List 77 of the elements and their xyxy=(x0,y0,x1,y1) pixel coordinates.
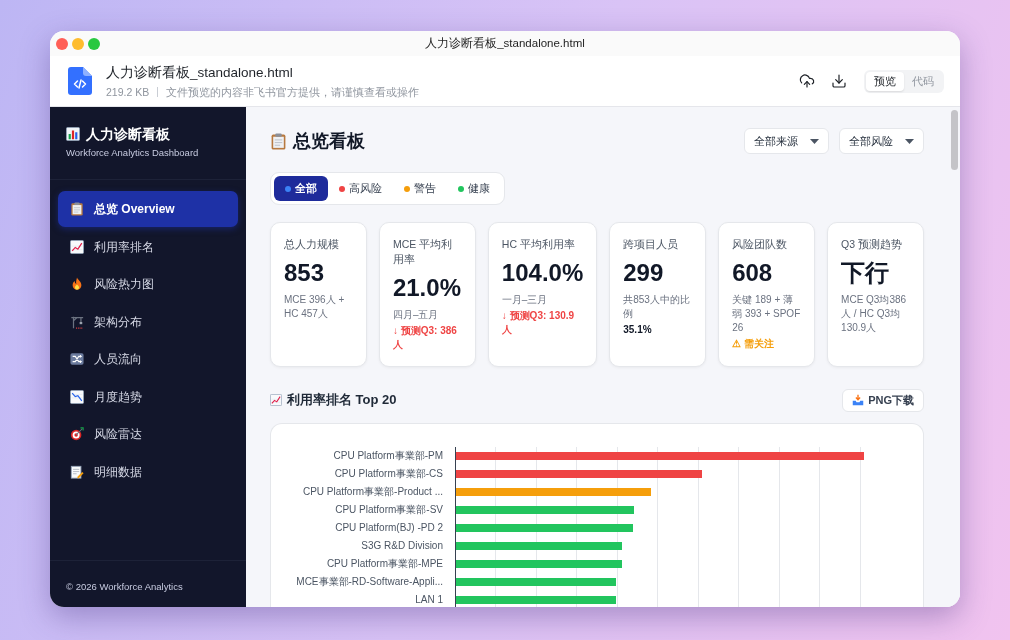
shuffle-icon xyxy=(70,352,84,366)
forecast-text: ↓ 预测Q3: 386人 xyxy=(392,324,458,352)
category-label: S3G R&D Division xyxy=(361,539,443,553)
sidebar-subtitle: Workforce Analytics Dashboard xyxy=(66,146,200,160)
card-value: 608 xyxy=(732,258,774,288)
crane-icon xyxy=(70,314,84,329)
section-title: 利用率排名 Top 20 xyxy=(287,391,397,410)
file-size: 219.2 KB xyxy=(106,84,150,99)
card-note: 四月–五月 xyxy=(392,308,440,322)
code-file-icon xyxy=(68,67,92,95)
sidebar-footer: © 2026 Workforce Analytics xyxy=(66,581,183,592)
caret-down-icon xyxy=(905,138,914,144)
filter-dropdown[interactable]: 全部风险 xyxy=(839,128,924,154)
card-title: MCE 平均利用率 xyxy=(392,237,454,267)
card-title: Q3 预测趋势 xyxy=(841,237,904,252)
sidebar-item[interactable]: 人员流向 xyxy=(58,341,238,377)
cloud-upload-icon xyxy=(799,73,815,89)
category-label: CPU Platform事業部-Product ... xyxy=(302,485,443,499)
file-name: 人力诊断看板_standalone.html xyxy=(106,63,294,82)
preview-notice: 文件预览的内容非飞书官方提供，请谨慎查看或操作 xyxy=(166,84,420,99)
category-label: CPU Platform事業部-PM xyxy=(333,449,443,463)
memo-icon xyxy=(70,464,84,479)
category-label: LAN 1 xyxy=(415,593,443,607)
risk-tab[interactable]: 警告 xyxy=(393,176,447,201)
window-title: 人力诊断看板_standalone.html xyxy=(425,35,585,51)
card-note: 一月–三月 xyxy=(501,293,549,307)
sidebar-item[interactable]: 风险热力图 xyxy=(58,266,238,302)
card-title: 风险团队数 xyxy=(732,237,789,252)
category-label: CPU Platform事業部-MPE xyxy=(326,557,443,571)
card-value: 853 xyxy=(284,258,326,288)
view-tab[interactable]: 预览 xyxy=(866,71,904,91)
scrollbar-thumb[interactable] xyxy=(950,110,958,170)
flame-icon xyxy=(70,277,84,291)
card-note: 共853人中的比例 xyxy=(623,293,691,321)
card-value: 下行 xyxy=(841,258,891,288)
minimize-button[interactable] xyxy=(72,37,84,50)
share-value: 35.1% xyxy=(623,323,653,337)
target-icon xyxy=(70,427,84,441)
caret-down-icon xyxy=(810,138,819,144)
bar-chart-icon xyxy=(66,127,80,141)
card-note: MCE Q3均386人 / HC Q3均130.9人 xyxy=(841,293,908,335)
category-label: CPU Platform事業部-SV xyxy=(335,503,443,517)
download-icon xyxy=(831,73,847,89)
sidebar-title: 人力诊断看板 xyxy=(86,125,170,144)
risk-tab[interactable]: 高风险 xyxy=(328,176,393,201)
png-download-button[interactable]: PNG下载 xyxy=(842,388,924,412)
sidebar-item[interactable]: 明细数据 xyxy=(58,453,238,490)
sidebar-item[interactable]: 风险雷达 xyxy=(58,416,238,452)
card-note: 关键 189 + 薄弱 393 + SPOF 26 xyxy=(732,293,802,335)
sidebar-item[interactable]: 总览 Overview xyxy=(58,191,238,227)
card-value: 299 xyxy=(623,258,665,288)
card-value: 104.0% xyxy=(501,258,584,288)
category-label: MCE事業部-RD-Software-Appli... xyxy=(296,575,443,589)
inbox-tray-icon xyxy=(852,394,865,406)
page-title: 总览看板 xyxy=(293,129,365,153)
clipboard-icon xyxy=(70,202,84,216)
card-title: 跨项目人员 xyxy=(623,237,680,252)
category-label: CPU Platform(BJ) -PD 2 xyxy=(335,521,443,535)
sidebar-item[interactable]: 月度趋势 xyxy=(58,378,238,415)
alert-text: ⚠ 需关注 xyxy=(732,337,775,351)
close-button[interactable] xyxy=(56,37,68,50)
card-title: 总人力规模 xyxy=(284,237,340,252)
risk-tab[interactable]: 健康 xyxy=(447,176,501,201)
card-title: HC 平均利用率 xyxy=(501,237,576,252)
card-note: MCE 396人 + HC 457人 xyxy=(284,293,346,321)
falling-chart-icon xyxy=(70,389,84,404)
forecast-text: ↓ 预测Q3: 130.9人 xyxy=(501,309,576,337)
risk-tab[interactable]: 全部 xyxy=(274,176,328,201)
filter-dropdown[interactable]: 全部来源 xyxy=(744,128,829,154)
sidebar-item[interactable]: 利用率排名 xyxy=(58,228,238,265)
card-value: 21.0% xyxy=(392,273,462,303)
maximize-button[interactable] xyxy=(88,37,100,50)
sidebar-item[interactable]: 架构分布 xyxy=(58,303,238,340)
category-label: CPU Platform事業部-CS xyxy=(334,467,443,481)
clipboard-icon xyxy=(270,132,287,150)
rising-chart-icon xyxy=(70,239,84,254)
rising-chart-icon xyxy=(270,394,282,406)
